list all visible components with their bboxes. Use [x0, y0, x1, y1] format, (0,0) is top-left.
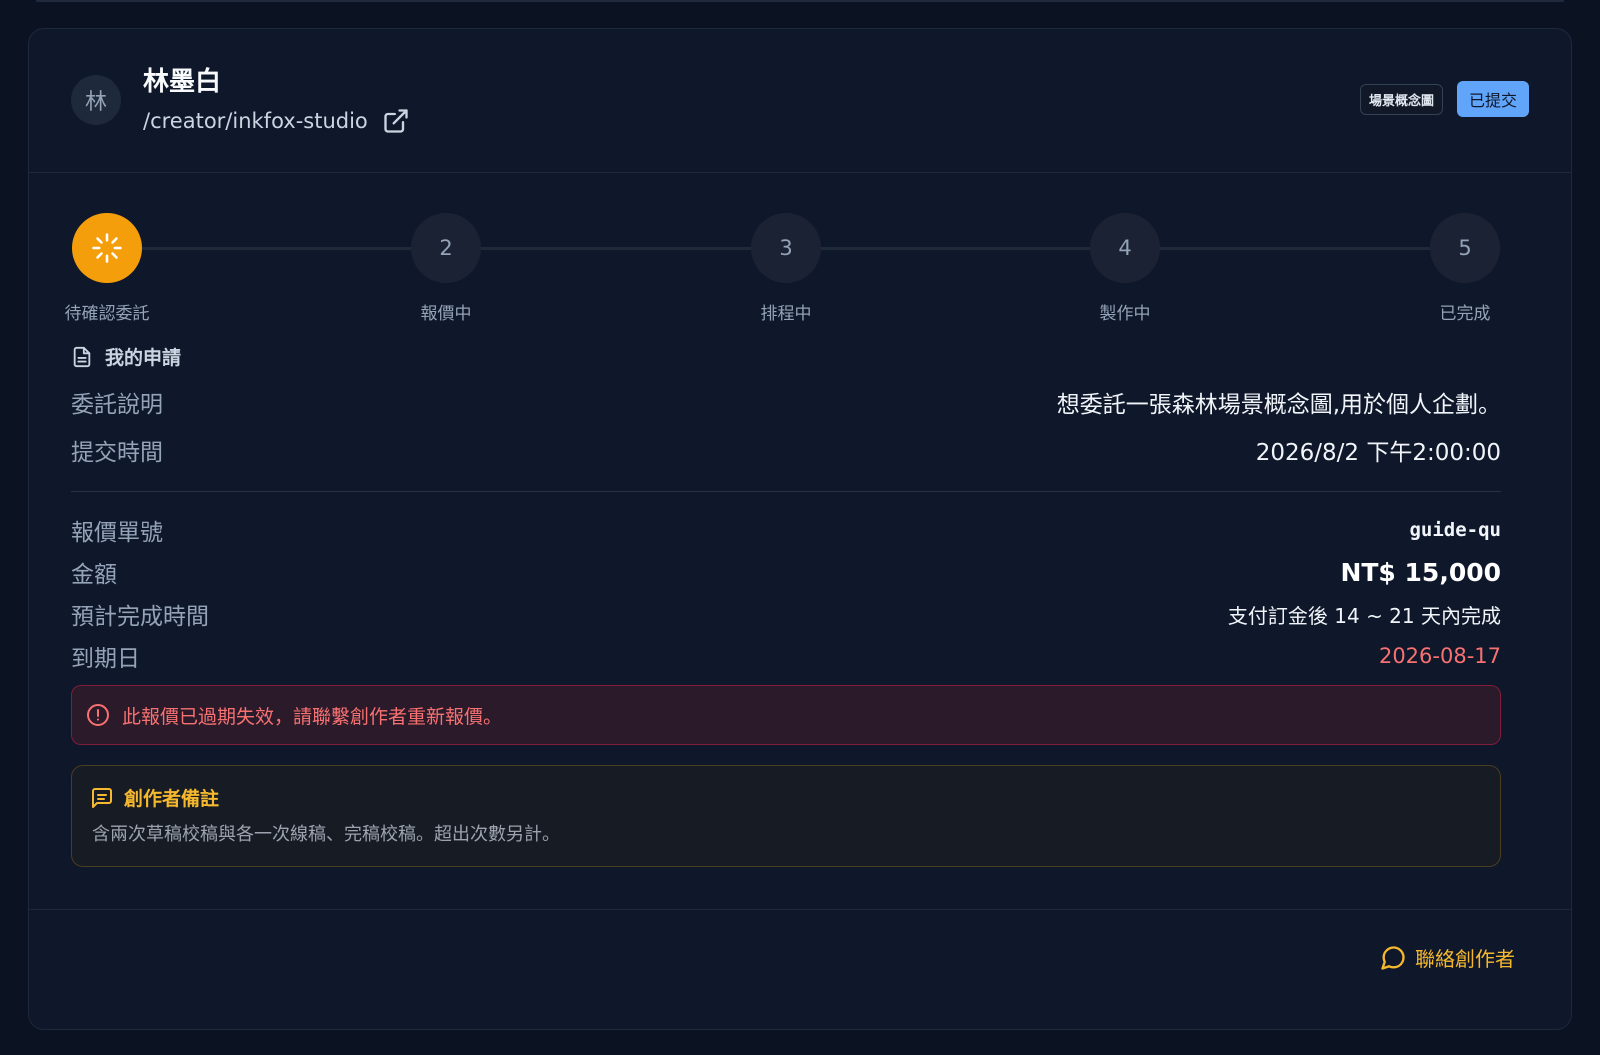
eta-label: 預計完成時間 [71, 604, 209, 630]
step-3-label: 排程中 [760, 304, 812, 324]
creator-profile-link[interactable]: /creator/inkfox-studio [143, 107, 410, 135]
alert-message: 此報價已過期失效，請聯繫創作者重新報價。 [122, 705, 503, 728]
step-1: 待確認委託 [65, 213, 150, 324]
contact-creator-label: 聯絡創作者 [1415, 947, 1515, 971]
step-4-circle: 4 [1090, 213, 1160, 283]
submitted-label: 提交時間 [71, 440, 163, 466]
top-divider [36, 0, 1564, 2]
card-footer-divider [29, 909, 1571, 910]
amount-value: NT$ 15,000 [1340, 557, 1501, 587]
step-2-circle: 2 [411, 213, 481, 283]
commission-card: 林 林墨白 /creator/inkfox-studio 場景概念圖 已提交 待… [28, 28, 1572, 1030]
description-label: 委託說明 [71, 392, 163, 418]
description-value: 想委託一張森林場景概念圖,用於個人企劃。 [1056, 392, 1501, 418]
message-square-icon [92, 787, 112, 808]
description-row: 委託說明 想委託一張森林場景概念圖,用於個人企劃。 [71, 385, 1501, 419]
eta-row: 預計完成時間 支付訂金後 14 ~ 21 天內完成 [71, 597, 1501, 631]
step-1-circle [72, 213, 142, 283]
step-5-label: 已完成 [1439, 304, 1491, 324]
amount-row: 金額 NT$ 15,000 [71, 555, 1501, 589]
submitted-row: 提交時間 2026/8/2 下午2:00:00 [71, 433, 1501, 467]
step-1-label: 待確認委託 [64, 304, 150, 324]
step-2: 2 報價中 [410, 213, 482, 324]
chat-bubble-icon [1381, 945, 1405, 970]
section-divider [71, 491, 1501, 492]
step-3-circle: 3 [751, 213, 821, 283]
step-5: 5 已完成 [1429, 213, 1501, 324]
section-title-text: 我的申請 [105, 347, 182, 369]
progress-stepper: 待確認委託 2 報價中 3 排程中 4 製作中 5 已完成 [65, 213, 1501, 333]
external-link-icon[interactable] [382, 107, 410, 135]
quote-id-value: guide-qu [1409, 519, 1501, 541]
step-4: 4 製作中 [1089, 213, 1161, 324]
expired-quote-alert: 此報價已過期失效，請聯繫創作者重新報價。 [71, 685, 1501, 745]
due-date-value: 2026-08-17 [1378, 644, 1501, 668]
category-tag: 場景概念圖 [1359, 83, 1443, 115]
tag-group: 場景概念圖 已提交 [1359, 81, 1529, 117]
quote-id-row: 報價單號 guide-qu [71, 513, 1501, 547]
loading-spinner-icon [92, 233, 122, 263]
creator-note: 創作者備註 含兩次草稿校稿與各一次線稿、完稿校稿。超出次數另計。 [71, 765, 1501, 867]
my-application-heading: 我的申請 [71, 343, 181, 370]
eta-value: 支付訂金後 14 ~ 21 天內完成 [1227, 603, 1501, 628]
amount-label: 金額 [71, 562, 117, 588]
step-5-circle: 5 [1430, 213, 1500, 283]
alert-circle-icon [87, 704, 109, 726]
due-date-row: 到期日 2026-08-17 [71, 639, 1501, 673]
creator-note-heading: 創作者備註 [90, 784, 219, 811]
avatar: 林 [71, 75, 121, 125]
document-icon [73, 346, 91, 367]
creator-path-text: /creator/inkfox-studio [143, 109, 368, 133]
contact-creator-button[interactable]: 聯絡創作者 [1379, 943, 1515, 972]
quote-id-label: 報價單號 [71, 520, 163, 546]
step-3: 3 排程中 [750, 213, 822, 324]
due-date-label: 到期日 [71, 646, 140, 672]
status-badge: 已提交 [1456, 81, 1529, 117]
creator-note-body: 含兩次草稿校稿與各一次線稿、完稿校稿。超出次數另計。 [92, 824, 560, 845]
step-2-label: 報價中 [420, 304, 472, 324]
card-header: 林 林墨白 /creator/inkfox-studio 場景概念圖 已提交 [29, 29, 1571, 173]
step-4-label: 製作中 [1099, 304, 1151, 324]
creator-name: 林墨白 [143, 67, 222, 97]
creator-note-title: 創作者備註 [124, 788, 220, 810]
submitted-value: 2026/8/2 下午2:00:00 [1255, 440, 1501, 466]
